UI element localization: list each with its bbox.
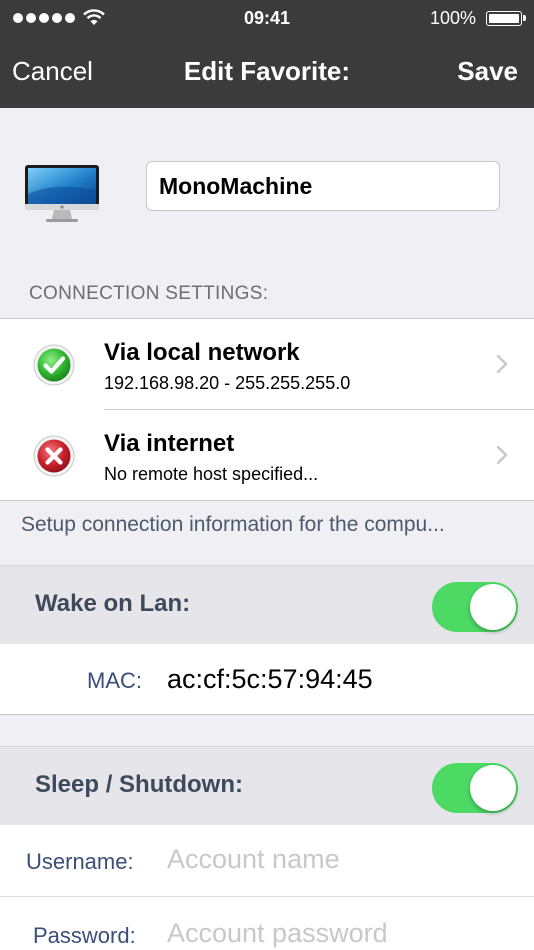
chevron-right-icon xyxy=(496,445,508,465)
password-label: Password: xyxy=(33,923,136,948)
username-input[interactable]: Account name xyxy=(167,844,340,875)
toggle-knob xyxy=(470,584,516,630)
red-x-icon xyxy=(33,435,75,477)
divider xyxy=(0,896,534,897)
mac-address-field[interactable]: ac:cf:5c:57:94:45 xyxy=(167,664,373,695)
mac-label: MAC: xyxy=(87,668,142,693)
chevron-right-icon xyxy=(496,354,508,374)
connection-settings-group: Via local network 192.168.98.20 - 255.25… xyxy=(0,318,534,501)
computer-monitor-icon xyxy=(25,165,99,222)
sleep-shutdown-toggle[interactable] xyxy=(432,763,518,813)
connection-settings-header: CONNECTION SETTINGS: xyxy=(29,283,269,304)
connection-title: Via local network xyxy=(104,339,300,366)
username-label: Username: xyxy=(26,849,134,874)
connection-item-internet[interactable]: Via internet No remote host specified... xyxy=(0,410,534,500)
sleep-shutdown-label: Sleep / Shutdown: xyxy=(35,771,243,798)
wake-on-lan-label: Wake on Lan: xyxy=(35,590,191,617)
save-button[interactable]: Save xyxy=(457,56,518,87)
edit-favorite-screen: 09:41 100% Cancel Edit Favorite: Save Mo… xyxy=(0,0,534,950)
connection-title: Via internet xyxy=(104,430,235,457)
credentials-group: Username: Account name Password: Account… xyxy=(0,825,534,950)
green-checkmark-icon xyxy=(33,344,75,386)
connection-subtitle: No remote host specified... xyxy=(104,464,319,484)
status-bar: 09:41 100% xyxy=(0,0,534,38)
connection-footer-note: Setup connection information for the com… xyxy=(21,513,445,536)
connection-item-local-network[interactable]: Via local network 192.168.98.20 - 255.25… xyxy=(0,319,534,409)
mac-row: MAC: ac:cf:5c:57:94:45 xyxy=(0,644,534,715)
password-input[interactable]: Account password xyxy=(167,918,388,949)
wake-on-lan-row: Wake on Lan: xyxy=(0,565,534,645)
favorite-name-input[interactable]: MonoMachine xyxy=(146,161,500,211)
connection-subtitle: 192.168.98.20 - 255.255.255.0 xyxy=(104,373,351,393)
page-title: Edit Favorite: xyxy=(183,56,351,86)
toggle-knob xyxy=(470,765,516,811)
wake-on-lan-toggle[interactable] xyxy=(432,582,518,632)
navigation-bar: 09:41 100% Cancel Edit Favorite: Save xyxy=(0,0,534,108)
battery-icon xyxy=(486,11,526,26)
battery-percentage: 100% xyxy=(429,8,476,28)
sleep-shutdown-row: Sleep / Shutdown: xyxy=(0,746,534,826)
